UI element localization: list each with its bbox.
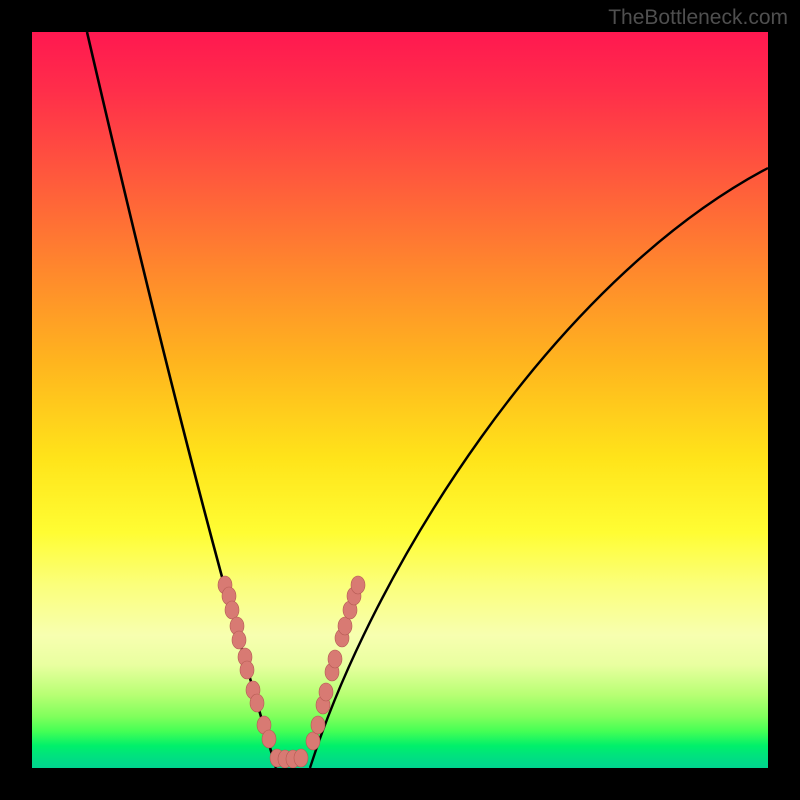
data-point xyxy=(250,694,264,712)
data-point xyxy=(240,661,254,679)
data-point xyxy=(262,730,276,748)
data-point xyxy=(319,683,333,701)
data-point xyxy=(351,576,365,594)
data-point xyxy=(328,650,342,668)
data-point xyxy=(294,749,308,767)
chart-svg xyxy=(32,32,768,768)
data-point xyxy=(306,732,320,750)
right-branch-curve xyxy=(310,168,768,768)
curve-layer xyxy=(87,32,768,768)
data-point xyxy=(338,617,352,635)
data-point xyxy=(232,631,246,649)
watermark-text: TheBottleneck.com xyxy=(608,6,788,30)
plot-area xyxy=(32,32,768,768)
scatter-layer xyxy=(218,576,365,768)
data-point xyxy=(225,601,239,619)
data-point xyxy=(311,716,325,734)
outer-frame: TheBottleneck.com xyxy=(0,0,800,800)
